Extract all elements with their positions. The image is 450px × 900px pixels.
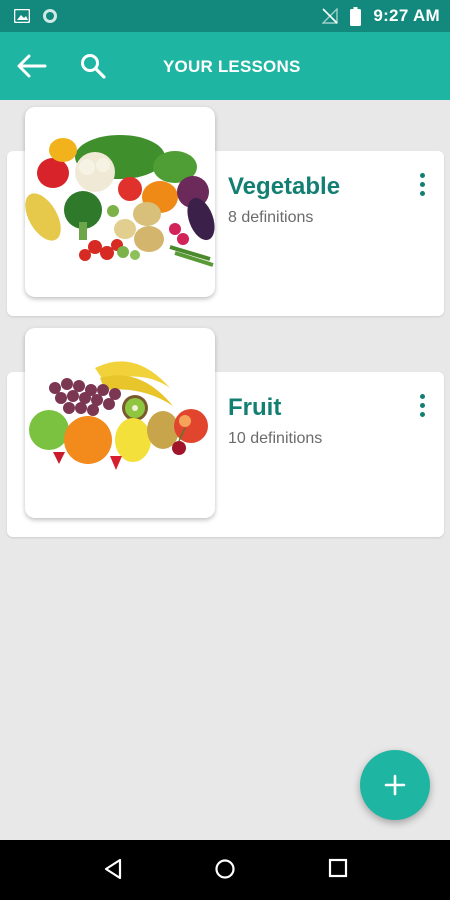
home-circle-icon[interactable] xyxy=(214,858,236,880)
back-triangle-icon[interactable] xyxy=(103,858,123,880)
vegetables-photo[interactable] xyxy=(25,107,215,297)
add-lesson-button[interactable] xyxy=(360,750,430,820)
no-signal-icon xyxy=(322,8,339,24)
lesson-title: Vegetable xyxy=(228,173,341,200)
more-vert-icon[interactable] xyxy=(416,173,428,199)
recents-square-icon[interactable] xyxy=(328,858,348,878)
page-title: YOUR LESSONS xyxy=(163,57,301,76)
circle-status-icon xyxy=(43,9,57,23)
plus-icon xyxy=(384,774,406,796)
status-time: 9:27 AM xyxy=(373,6,440,25)
search-icon[interactable] xyxy=(79,52,107,80)
arrow-left-icon[interactable] xyxy=(16,52,48,80)
lesson-definition-count: 10 definitions xyxy=(228,430,323,447)
app-bar: YOUR LESSONS xyxy=(0,32,450,100)
fruits-photo[interactable] xyxy=(25,328,215,518)
system-nav-bar xyxy=(0,840,450,900)
lesson-definition-count: 8 definitions xyxy=(228,209,314,226)
lesson-title: Fruit xyxy=(228,394,282,421)
image-icon xyxy=(14,9,30,23)
more-vert-icon[interactable] xyxy=(416,394,428,420)
status-bar: 9:27 AM xyxy=(0,0,450,32)
battery-icon xyxy=(350,6,362,26)
